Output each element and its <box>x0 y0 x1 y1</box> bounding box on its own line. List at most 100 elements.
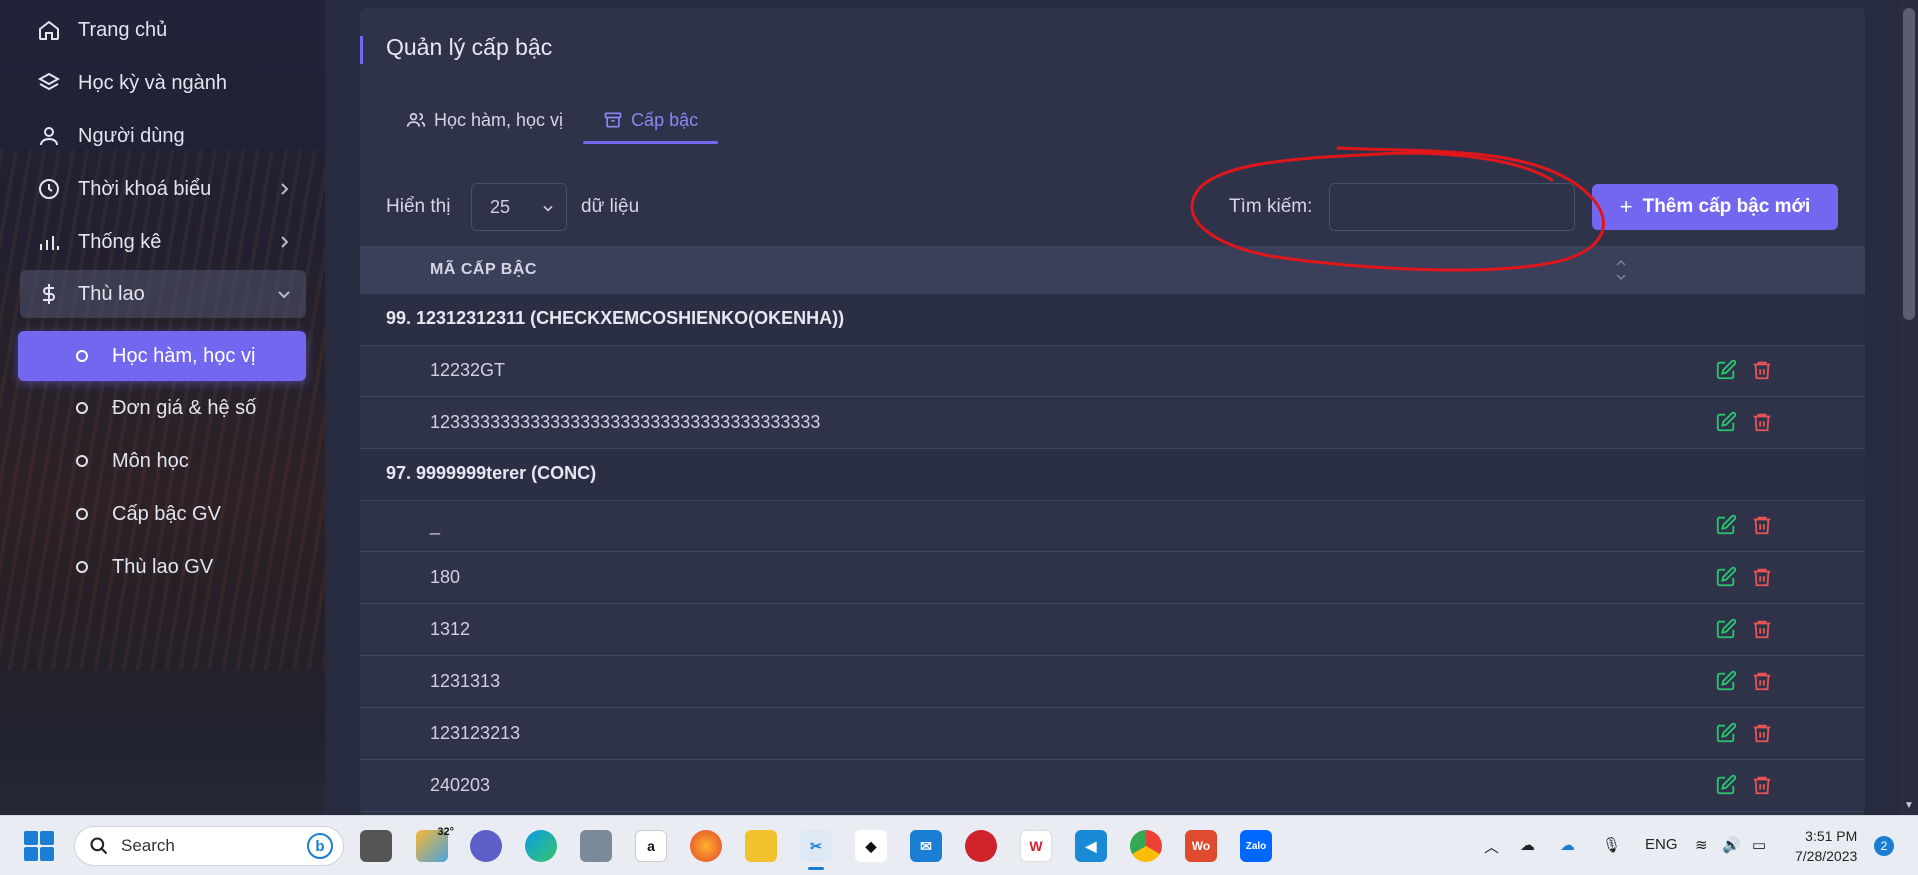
sidebar-item-remuneration[interactable]: Thù lao <box>20 270 306 318</box>
layers-icon <box>36 70 62 96</box>
add-grade-button[interactable]: + Thêm cấp bậc mới <box>1592 184 1838 230</box>
firefox-icon[interactable] <box>690 830 722 862</box>
onedrive-sync-icon[interactable]: ☁ <box>1560 836 1575 854</box>
wps-office-icon[interactable]: Wo <box>1185 830 1217 862</box>
delete-icon[interactable] <box>1751 411 1773 438</box>
tab-academic-titles[interactable]: Học hàm, học vị <box>406 98 583 142</box>
sidebar-item-users[interactable]: Người dùng <box>20 112 306 160</box>
circle-icon <box>76 455 88 467</box>
battery-icon[interactable]: ▭ <box>1752 836 1766 854</box>
archive-icon <box>604 112 622 128</box>
delete-icon[interactable] <box>1751 514 1773 541</box>
sidebar-subitem-subjects[interactable]: Môn học <box>18 436 306 486</box>
delete-icon[interactable] <box>1751 566 1773 593</box>
sidebar-subitem-unit-price[interactable]: Đơn giá & hệ số <box>18 383 306 433</box>
taskbar: Search b 32° a ✂ ◆ ✉ W ◀ Wo Zalo ︿ ☁ ☁ 🎙… <box>0 815 1918 875</box>
delete-icon[interactable] <box>1751 618 1773 645</box>
taskbar-search-label: Search <box>121 836 175 855</box>
data-label: dữ liệu <box>581 196 640 217</box>
wifi-icon[interactable]: ≋ <box>1695 836 1708 854</box>
grade-code: 1312 <box>430 619 471 639</box>
chrome-icon[interactable] <box>1130 830 1162 862</box>
edit-icon[interactable] <box>1715 411 1737 438</box>
sidebar-item-label: Thời khoá biểu <box>78 177 212 200</box>
sidebar-subitem-lecturer-grade[interactable]: Cấp bậc GV <box>18 489 306 539</box>
plus-icon: + <box>1619 194 1633 219</box>
circle-icon <box>76 350 88 362</box>
scroll-down-arrow-icon[interactable]: ▼ <box>1904 800 1914 811</box>
chevron-up-icon[interactable]: ︿ <box>1484 836 1499 857</box>
taskbar-search-box[interactable]: Search b <box>74 826 344 866</box>
mail-icon[interactable]: ✉ <box>910 830 942 862</box>
zalo-icon[interactable]: Zalo <box>1240 830 1272 862</box>
sidebar-item-timetable[interactable]: Thời khoá biểu <box>20 165 306 213</box>
table-group-row: 99. 12312312311 (CHECKXEMCOSHIENKO(OKENH… <box>360 294 1865 346</box>
table-row: 123123213 <box>360 708 1865 760</box>
page-size-select[interactable]: 25 <box>471 183 567 231</box>
search-input[interactable] <box>1329 183 1575 231</box>
column-header-grade-code: MÃ CẤP BẬC <box>430 261 537 278</box>
edge-browser-icon[interactable] <box>525 830 557 862</box>
sidebar-subitem-label: Thù lao GV <box>112 555 214 578</box>
circle-icon <box>76 508 88 520</box>
chevron-down-icon <box>278 291 290 299</box>
sidebar-subitem-label: Đơn giá & hệ số <box>112 396 257 419</box>
sidebar-subitem-academic-titles[interactable]: Học hàm, học vị <box>18 331 306 381</box>
dropbox-icon[interactable]: ◆ <box>855 830 887 862</box>
tab-bar: Học hàm, học vị Cấp bậc <box>406 98 719 144</box>
amazon-icon[interactable]: a <box>635 830 667 862</box>
chevron-down-icon <box>543 205 553 212</box>
vscode-icon[interactable]: ◀ <box>1075 830 1107 862</box>
delete-icon[interactable] <box>1751 670 1773 697</box>
edit-icon[interactable] <box>1715 618 1737 645</box>
edit-icon[interactable] <box>1715 722 1737 749</box>
notification-badge[interactable]: 2 <box>1874 836 1894 856</box>
grade-code: 1231313 <box>430 671 501 691</box>
tab-label: Cấp bậc <box>631 109 699 130</box>
task-view-icon[interactable] <box>360 830 392 862</box>
sidebar-item-home[interactable]: Trang chủ <box>20 6 306 54</box>
windows-start-button[interactable] <box>24 831 54 861</box>
edit-icon[interactable] <box>1715 514 1737 541</box>
scrollbar-thumb[interactable] <box>1903 8 1915 320</box>
grade-code: 123333333333333333333333333333333333333 <box>430 412 821 432</box>
sidebar-subitem-lecturer-pay[interactable]: Thù lao GV <box>18 542 306 592</box>
clock-icon <box>36 176 62 202</box>
circle-icon <box>76 561 88 573</box>
chat-icon[interactable] <box>470 830 502 862</box>
delete-icon[interactable] <box>1751 359 1773 386</box>
page-title: Quản lý cấp bậc <box>386 34 553 60</box>
tools-app-icon[interactable] <box>580 830 612 862</box>
circle-icon <box>76 402 88 414</box>
wps-icon[interactable]: W <box>1020 830 1052 862</box>
clock[interactable]: 3:51 PM 7/28/2023 <box>1795 826 1857 866</box>
snipping-tool-icon[interactable]: ✂ <box>800 830 832 870</box>
sidebar-item-label: Thù lao <box>78 282 145 305</box>
page-scrollbar[interactable]: ▼ <box>1900 0 1918 815</box>
delete-icon[interactable] <box>1751 722 1773 749</box>
group-label: 99. 12312312311 (CHECKXEMCOSHIENKO(OKENH… <box>386 308 845 328</box>
sidebar-item-semester[interactable]: Học kỳ và ngành <box>20 59 306 107</box>
volume-icon[interactable]: 🔊 <box>1722 836 1741 854</box>
onedrive-icon[interactable]: ☁ <box>1520 836 1535 854</box>
bing-icon[interactable]: b <box>307 833 333 859</box>
edit-icon[interactable] <box>1715 670 1737 697</box>
microphone-icon[interactable]: 🎙 <box>1602 836 1621 854</box>
edit-icon[interactable] <box>1715 359 1737 386</box>
clock-time: 3:51 PM <box>1805 828 1858 844</box>
foxit-icon[interactable] <box>965 830 997 862</box>
show-label: Hiển thị <box>386 196 451 217</box>
delete-icon[interactable] <box>1751 774 1773 801</box>
sidebar-subitem-label: Học hàm, học vị <box>112 344 256 367</box>
tab-grades[interactable]: Cấp bậc <box>583 98 719 144</box>
sort-icon[interactable] <box>1615 256 1627 284</box>
sidebar-item-statistics[interactable]: Thống kê <box>20 218 306 266</box>
add-grade-label: Thêm cấp bậc mới <box>1642 196 1811 217</box>
grade-code: 240203 <box>430 775 491 795</box>
language-indicator[interactable]: ENG <box>1645 836 1678 853</box>
edit-icon[interactable] <box>1715 566 1737 593</box>
file-explorer-icon[interactable] <box>745 830 777 862</box>
grade-code: 180 <box>430 567 461 587</box>
edit-icon[interactable] <box>1715 774 1737 801</box>
weather-icon[interactable]: 32° <box>416 826 454 862</box>
